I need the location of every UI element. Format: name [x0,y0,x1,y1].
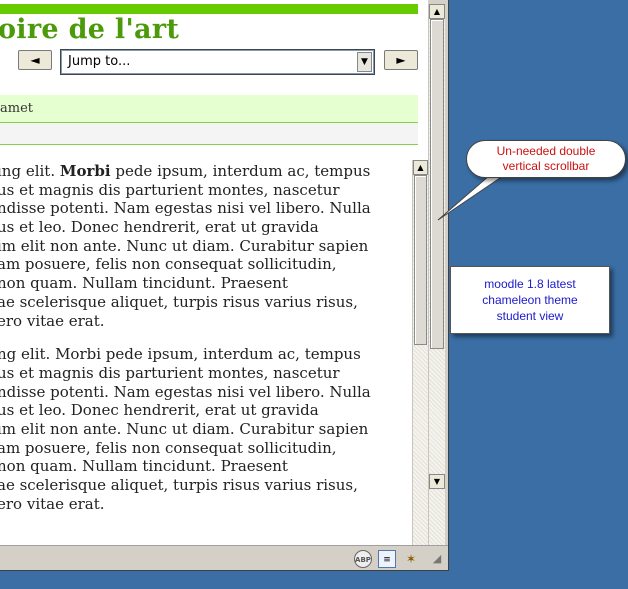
note-line: student view [496,309,564,323]
jump-to-select[interactable]: Jump to... ▼ [60,49,375,75]
paragraph-line: ing elit. Morbi pede ipsum, interdum ac,… [0,162,371,180]
paragraph-line: us et leo. Donec hendrerit, erat ut grav… [0,401,319,420]
paragraph-line: ndisse potenti. Nam egestas nisi vel lib… [0,199,371,218]
page-icon[interactable]: ≡ [378,550,396,568]
article-text: ing elit. Morbi pede ipsum, interdum ac,… [0,162,412,542]
prev-button[interactable]: ◄ [18,50,52,70]
info-note: moodle 1.8 latest chameleon theme studen… [450,266,610,334]
paragraph-line: us et magnis dis parturient montes, nasc… [0,363,340,382]
paragraph-line: ng elit. Morbi pede ipsum, interdum ac, … [0,345,361,364]
sub-band [0,123,418,145]
paragraph-line: am posuere, felis non consequat sollicit… [0,255,337,274]
paragraph-line: ae scelerisque aliquet, turpis risus var… [0,292,358,311]
jump-to-value: Jump to... [68,54,131,69]
paragraph-line: im elit non ante. Nunc ut diam. Curabitu… [0,236,369,255]
tools-icon[interactable]: ✶ [402,550,420,568]
resize-grip-icon[interactable]: ◢ [428,550,446,568]
next-button[interactable]: ► [384,50,418,70]
scroll-up-icon[interactable]: ▲ [413,160,428,175]
page-content: oire de l'art ◄ Jump to... ▼ ► amet ing … [0,0,428,545]
paragraph-2: ng elit. Morbi pede ipsum, interdum ac, … [0,345,412,513]
paragraph-line: ndisse potenti. Nam egestas nisi vel lib… [0,382,371,401]
paragraph-line: us et magnis dis parturient montes, nasc… [0,180,340,199]
paragraph-line: ae scelerisque aliquet, turpis risus var… [0,476,358,494]
scroll-up-icon[interactable]: ▲ [429,4,445,19]
callout-line: vertical scrollbar [502,159,590,173]
callout-line: Un-needed double [496,144,596,158]
paragraph-line: non quam. Nullam tincidunt. Praesent [0,274,288,293]
paragraph-line: ero vitae erat. [0,494,105,513]
browser-window: oire de l'art ◄ Jump to... ▼ ► amet ing … [0,0,449,571]
inner-vertical-scrollbar[interactable]: ▲ [412,160,428,545]
scroll-down-icon[interactable]: ▼ [429,474,445,489]
note-line: moodle 1.8 latest [484,277,576,291]
note-line: chameleon theme [482,293,578,307]
callout-bubble: Un-needed double vertical scrollbar [466,140,626,178]
info-band-text: amet [0,101,33,116]
status-bar: ABP ≡ ✶ ◢ [0,545,448,570]
adblock-icon[interactable]: ABP [354,550,372,568]
paragraph-line: am posuere, felis non consequat sollicit… [0,438,337,457]
paragraph-line: ero vitae erat. [0,311,105,330]
info-band: amet [0,95,418,123]
paragraph-line: im elit non ante. Nunc ut diam. Curabitu… [0,419,369,438]
paragraph-line: us et leo. Donec hendrerit, erat ut grav… [0,218,319,237]
page-title: oire de l'art [0,14,180,45]
inner-scroll-thumb[interactable] [414,175,427,345]
paragraph-line: non quam. Nullam tincidunt. Praesent [0,457,288,476]
outer-scroll-thumb[interactable] [430,19,444,349]
paragraph-1: ing elit. Morbi pede ipsum, interdum ac,… [0,162,412,330]
chevron-down-icon[interactable]: ▼ [357,52,372,72]
header-bar [0,4,418,14]
outer-vertical-scrollbar[interactable]: ▲ ▼ [428,4,445,545]
